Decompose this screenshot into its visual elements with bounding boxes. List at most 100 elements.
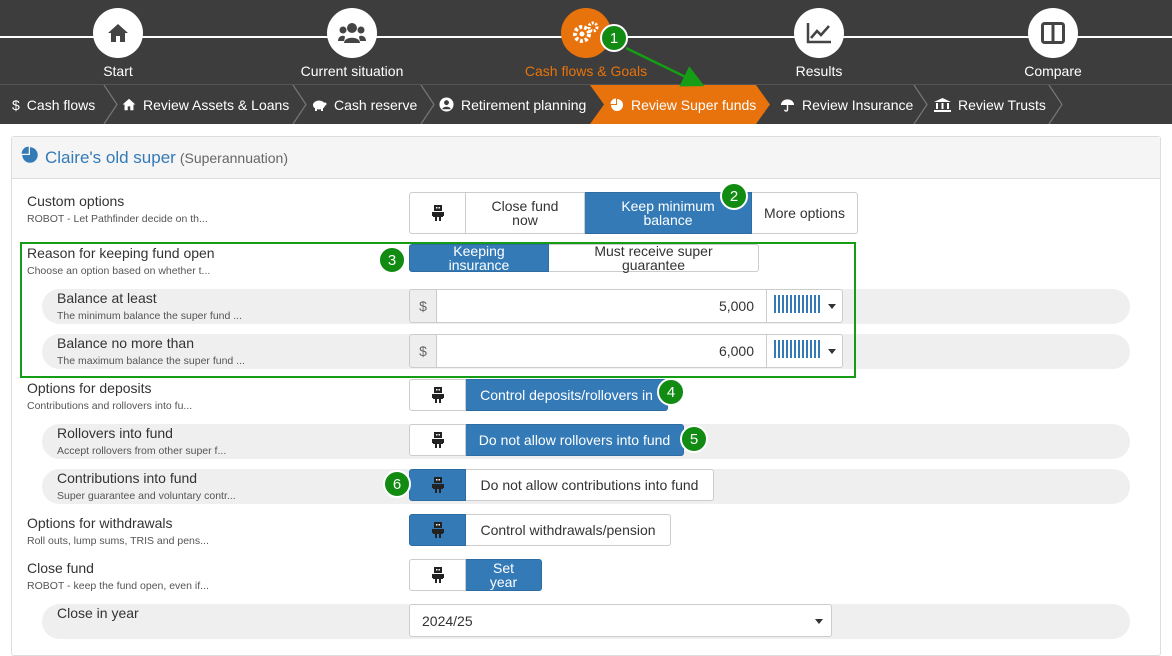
balance-no-more-than-input[interactable]: 6,000 — [437, 334, 767, 368]
robot-button[interactable] — [409, 192, 466, 234]
step-cash-flows-goals[interactable]: Cash flows & Goals — [506, 8, 666, 79]
tab-review-trusts[interactable]: Review Trusts — [934, 85, 1046, 124]
more-options-button[interactable]: More options — [752, 192, 858, 234]
close-fund-desc: ROBOT - keep the fund open, even if... — [27, 580, 209, 592]
rollovers-desc: Accept rollovers from other super f... — [57, 445, 227, 457]
robot-button[interactable] — [409, 559, 466, 591]
tab-separator — [1048, 85, 1063, 124]
tab-label: Retirement planning — [461, 96, 587, 113]
progress-stepper: Start Current situation Cash flows & Goa… — [0, 0, 1172, 84]
custom-options-desc: ROBOT - Let Pathfinder decide on th... — [27, 213, 208, 225]
tab-label: Review Assets & Loans — [143, 96, 290, 113]
withdrawals-desc: Roll outs, lump sums, TRIS and pens... — [27, 535, 209, 547]
set-year-button[interactable]: Set year — [466, 559, 542, 591]
tab-label: Review Trusts — [958, 96, 1046, 113]
piggy-bank-icon — [311, 99, 327, 111]
step-compare[interactable]: Compare — [973, 8, 1133, 79]
step-label: Start — [103, 63, 133, 79]
do-not-allow-rollovers-button[interactable]: Do not allow rollovers into fund — [466, 424, 684, 456]
robot-button[interactable] — [409, 379, 466, 411]
step-start[interactable]: Start — [38, 8, 198, 79]
robot-icon — [431, 204, 444, 223]
bars-icon — [773, 294, 824, 318]
home-icon — [93, 8, 143, 58]
step-current-situation[interactable]: Current situation — [272, 8, 432, 79]
tab-separator — [103, 85, 118, 124]
reason-group: Keeping insurance Must receive super gua… — [409, 244, 759, 272]
robot-icon — [431, 431, 444, 450]
balance-at-least-label: Balance at least — [57, 290, 157, 306]
slider-dropdown-button[interactable] — [767, 289, 843, 323]
panel-subtitle: (Superannuation) — [179, 149, 288, 166]
columns-icon — [1028, 8, 1078, 58]
home-icon — [122, 98, 136, 111]
annotation-badge: 4 — [657, 378, 685, 406]
close-fund-label: Close fund — [27, 560, 94, 576]
panel-header: Claire's old super (Superannuation) — [12, 137, 1160, 179]
tab-separator — [913, 85, 928, 124]
close-in-year-value: 2024/25 — [422, 613, 473, 629]
caret-down-icon — [815, 619, 823, 624]
robot-icon — [431, 476, 444, 495]
balance-no-more-than-input-group: $ 6,000 — [409, 334, 843, 368]
tab-cash-flows[interactable]: $ Cash flows — [12, 85, 95, 124]
keeping-insurance-button[interactable]: Keeping insurance — [409, 244, 549, 272]
caret-down-icon — [827, 348, 836, 354]
chart-line-icon — [794, 8, 844, 58]
contributions-desc: Super guarantee and voluntary contr... — [57, 490, 236, 502]
balance-no-more-than-desc: The maximum balance the super fund ... — [57, 355, 245, 367]
robot-button[interactable] — [409, 424, 466, 456]
sub-nav-tabs: $ Cash flows Review Assets & Loans Cash r… — [0, 84, 1172, 124]
rollovers-label: Rollovers into fund — [57, 425, 173, 441]
contributions-label: Contributions into fund — [57, 470, 198, 486]
robot-icon — [431, 521, 444, 540]
dollar-icon: $ — [12, 96, 20, 113]
tab-review-super-funds[interactable]: Review Super funds — [590, 85, 770, 124]
caret-down-icon — [827, 303, 836, 309]
do-not-allow-contributions-button[interactable]: Do not allow contributions into fund — [466, 469, 714, 501]
tab-retirement-planning[interactable]: Retirement planning — [439, 85, 586, 124]
control-withdrawals-button[interactable]: Control withdrawals/pension — [466, 514, 671, 546]
control-deposits-button[interactable]: Control deposits/rollovers in — [466, 379, 668, 411]
tab-label: Review Insurance — [802, 96, 914, 113]
step-label: Current situation — [300, 63, 404, 79]
withdrawals-group: Control withdrawals/pension — [409, 514, 671, 546]
custom-options-label: Custom options — [27, 193, 125, 209]
robot-button[interactable] — [409, 514, 466, 546]
slider-dropdown-button[interactable] — [767, 334, 843, 368]
annotation-badge: 1 — [600, 24, 628, 52]
tab-review-insurance[interactable]: Review Insurance — [780, 85, 913, 124]
user-circle-icon — [439, 97, 454, 112]
robot-button[interactable] — [409, 469, 466, 501]
tab-separator — [420, 85, 435, 124]
tab-label: Cash reserve — [334, 96, 418, 113]
balance-at-least-input[interactable]: 5,000 — [437, 289, 767, 323]
tab-cash-reserve[interactable]: Cash reserve — [311, 85, 417, 124]
custom-options-group: Close fund now Keep minimum balance More… — [409, 192, 858, 234]
contributions-group: Do not allow contributions into fund — [409, 469, 714, 501]
close-in-year-select[interactable]: 2024/25 — [409, 604, 832, 637]
step-label: Cash flows & Goals — [524, 63, 648, 79]
currency-addon: $ — [409, 289, 437, 323]
must-receive-super-guarantee-button[interactable]: Must receive super guarantee — [549, 244, 759, 272]
balance-no-more-than-label: Balance no more than — [57, 335, 194, 351]
panel-title: Claire's old super — [45, 147, 176, 167]
reason-label: Reason for keeping fund open — [27, 245, 215, 261]
robot-icon — [431, 566, 444, 585]
step-label: Compare — [1024, 63, 1082, 79]
tab-separator — [292, 85, 307, 124]
balance-at-least-input-group: $ 5,000 — [409, 289, 843, 323]
rollovers-group: Do not allow rollovers into fund — [409, 424, 684, 456]
tab-label: Review Super funds — [631, 96, 757, 113]
annotation-badge: 5 — [680, 425, 708, 453]
tab-review-assets-loans[interactable]: Review Assets & Loans — [122, 85, 289, 124]
step-label: Results — [795, 63, 843, 79]
step-results[interactable]: Results — [739, 8, 899, 79]
currency-addon: $ — [409, 334, 437, 368]
deposits-group: Control deposits/rollovers in — [409, 379, 668, 411]
close-fund-group: Set year — [409, 559, 542, 591]
annotation-badge: 3 — [378, 246, 406, 274]
close-fund-now-button[interactable]: Close fund now — [466, 192, 585, 234]
bank-icon — [934, 97, 951, 112]
tab-label: Cash flows — [26, 96, 96, 113]
